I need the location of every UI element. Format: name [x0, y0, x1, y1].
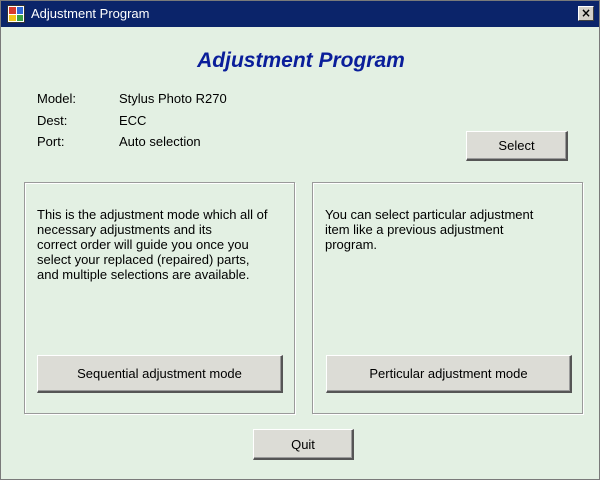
model-value: Stylus Photo R270 [119, 91, 227, 106]
sequential-description: This is the adjustment mode which all of… [37, 207, 268, 282]
port-value: Auto selection [119, 134, 201, 149]
window-title: Adjustment Program [31, 6, 150, 21]
port-label: Port: [37, 134, 65, 149]
sequential-mode-button[interactable]: Sequential adjustment mode [37, 355, 283, 393]
app-icon [7, 5, 25, 23]
select-button[interactable]: Select [466, 131, 568, 161]
model-label: Model: [37, 91, 77, 106]
dest-value: ECC [119, 113, 147, 128]
adjustment-window: Adjustment Program × Adjustment Program … [0, 0, 600, 480]
particular-mode-button[interactable]: Perticular adjustment mode [326, 355, 572, 393]
particular-panel: You can select particular adjustment ite… [312, 182, 583, 414]
sequential-panel: This is the adjustment mode which all of… [24, 182, 295, 414]
close-icon[interactable]: × [578, 6, 594, 21]
quit-button[interactable]: Quit [253, 429, 354, 460]
title-bar: Adjustment Program × [1, 1, 599, 27]
page-title: Adjustment Program [197, 49, 405, 72]
particular-description: You can select particular adjustment ite… [325, 207, 534, 252]
dest-label: Dest: [37, 113, 68, 128]
